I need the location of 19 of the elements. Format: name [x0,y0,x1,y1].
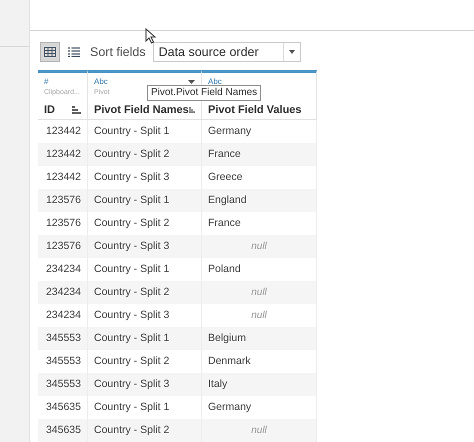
data-type-label: Abc [94,76,108,88]
tooltip: Pivot.Pivot Field Names [147,85,262,101]
data-type-label: Abc [208,76,222,88]
table-cell: Country - Split 2 [88,419,202,442]
sort-fields-label: Sort fields [90,44,146,61]
mouse-cursor-icon [145,28,156,44]
sort-icon[interactable] [72,106,81,114]
table-cell: 345635 [38,419,88,442]
list-view-icon [68,47,80,58]
null-value-cell: null [202,419,317,442]
data-type-label: # [44,76,48,88]
dropdown-caret-icon [288,50,295,54]
sort-select[interactable]: Data source order [152,42,301,62]
column-name: ID [44,103,55,118]
sort-icon[interactable] [188,106,195,114]
view-toggle-button[interactable] [40,42,60,62]
column-name: Pivot Field Values [208,103,302,118]
column-name: Pivot Field Names [94,103,189,118]
grid-view-icon [44,47,56,58]
